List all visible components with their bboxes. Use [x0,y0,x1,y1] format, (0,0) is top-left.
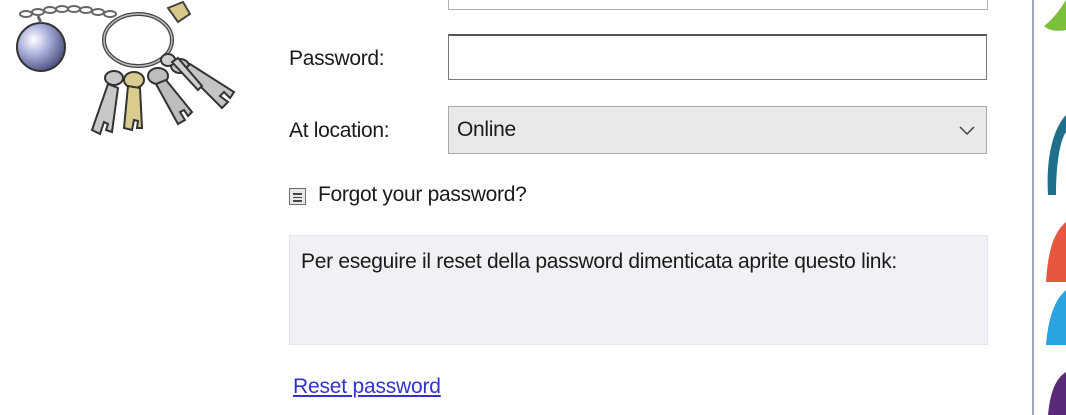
location-label: At location: [289,119,390,142]
login-dialog: Password: At location: Online Forgot you… [0,0,1036,415]
forgot-password-label[interactable]: Forgot your password? [318,183,527,207]
desktop-background [1034,0,1066,415]
reset-password-link[interactable]: Reset password [293,375,441,399]
password-field[interactable] [448,34,987,80]
collapse-toggle-icon[interactable] [289,188,306,205]
reset-info-panel: Per eseguire il reset della password dim… [289,235,988,345]
location-dropdown[interactable]: Online [448,106,987,154]
reset-info-text: Per eseguire il reset della password dim… [301,250,897,273]
username-field-edge[interactable] [448,0,988,10]
password-label: Password: [289,47,385,70]
desktop-wallpaper-art [1044,0,1066,415]
location-selected-value: Online [457,118,516,141]
keyring-icon [16,0,236,136]
chevron-down-icon [959,126,975,136]
